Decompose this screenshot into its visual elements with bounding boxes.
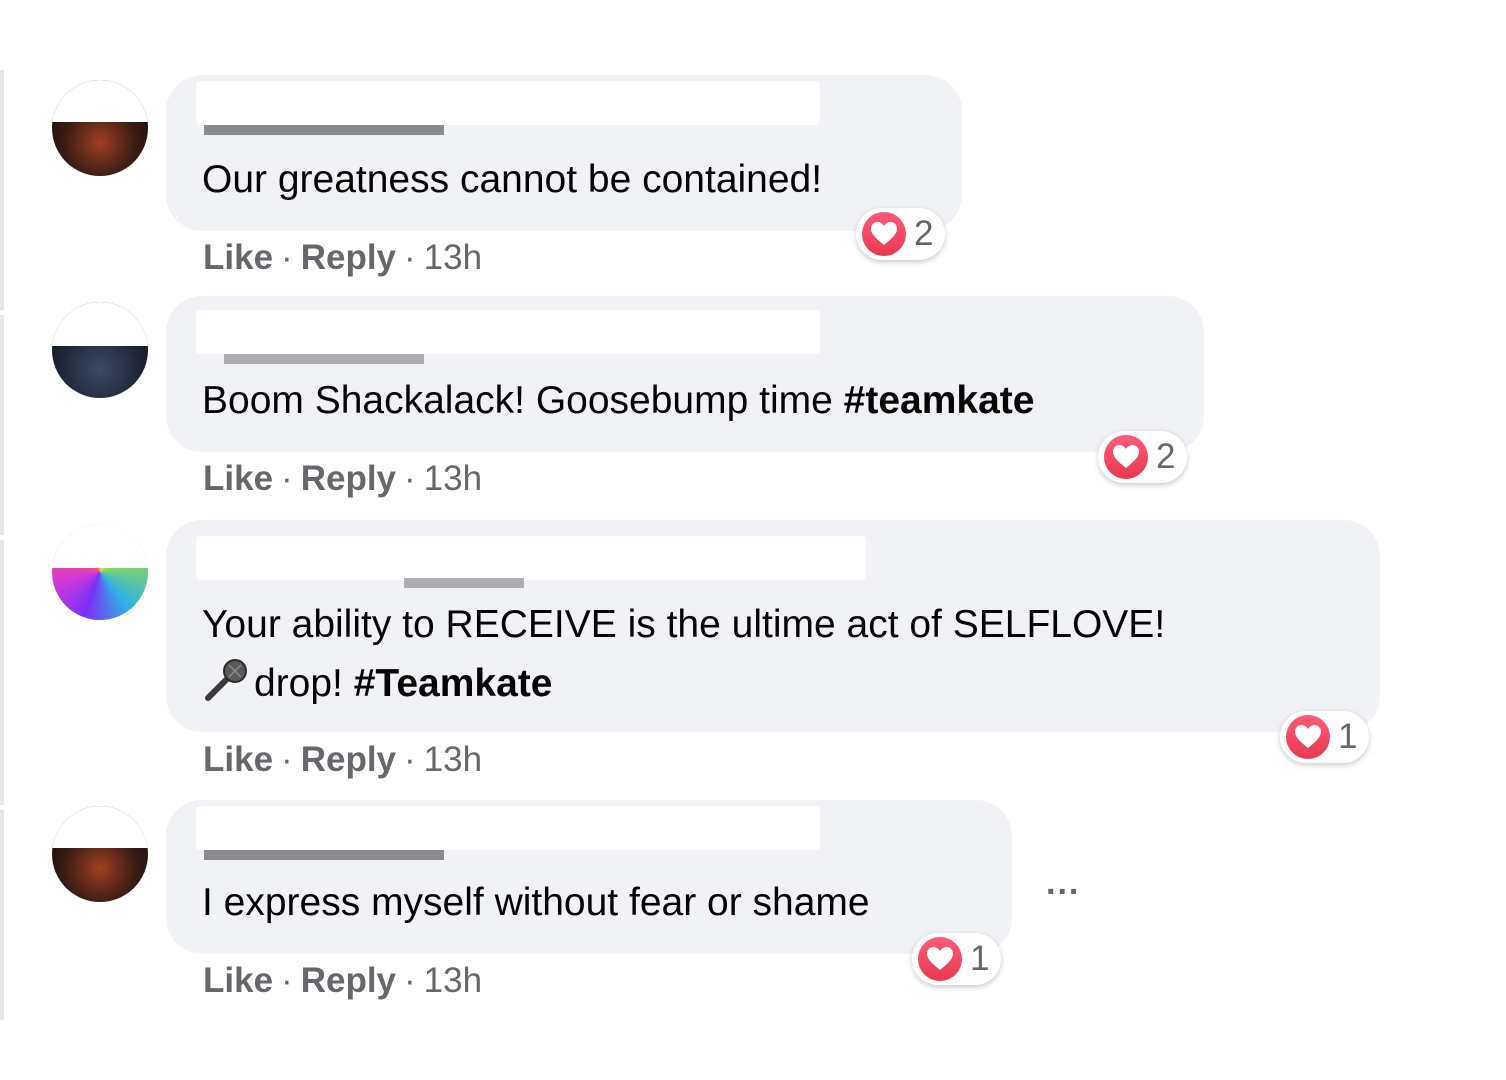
author-name-redacted (196, 536, 866, 580)
comment-actions: Like · Reply · 13h (203, 459, 482, 499)
author-name[interactable] (204, 125, 604, 135)
comment-actions: Like · Reply · 13h (203, 238, 482, 278)
separator: · (281, 459, 293, 498)
comment-text: Our greatness cannot be contained! (202, 158, 823, 201)
reaction-summary[interactable]: 1 (912, 933, 1002, 985)
left-edge-divider (0, 70, 4, 310)
reaction-count: 2 (1156, 437, 1176, 476)
author-name-redacted (196, 310, 820, 354)
hashtag-link[interactable]: #Teamkate (354, 662, 553, 705)
reply-button[interactable]: Reply (301, 740, 396, 779)
comment-bubble: I express myself without fear or shame (166, 800, 1012, 954)
comment-text: Your ability to RECEIVE is the ultime ac… (202, 603, 1166, 705)
author-name[interactable] (204, 578, 664, 588)
heart-icon (1286, 715, 1330, 759)
reply-button[interactable]: Reply (301, 961, 396, 1000)
like-button[interactable]: Like (203, 740, 273, 779)
comment-text: I express myself without fear or shame (202, 881, 870, 924)
hashtag-link[interactable]: #teamkate (844, 379, 1035, 422)
separator: · (404, 238, 416, 277)
microphone-icon (202, 654, 252, 704)
reaction-summary[interactable]: 2 (1098, 431, 1188, 483)
separator: · (281, 961, 293, 1000)
reaction-count: 1 (1338, 717, 1358, 756)
reply-button[interactable]: Reply (301, 238, 396, 277)
comment-text: Boom Shackalack! Goosebump time #teamkat… (202, 379, 1035, 422)
comment-timestamp[interactable]: 13h (424, 740, 482, 779)
separator: · (404, 961, 416, 1000)
like-button[interactable]: Like (203, 459, 273, 498)
avatar[interactable] (52, 80, 148, 176)
separator: · (404, 459, 416, 498)
author-name-redacted (196, 806, 820, 850)
reaction-summary[interactable]: 1 (1280, 711, 1370, 763)
more-options-button[interactable]: ... (1046, 864, 1080, 903)
left-edge-divider (0, 540, 4, 805)
heart-icon (862, 212, 906, 256)
comment-timestamp[interactable]: 13h (424, 459, 482, 498)
comment-timestamp[interactable]: 13h (424, 961, 482, 1000)
comment-bubble: Our greatness cannot be contained! (166, 75, 962, 231)
author-name[interactable] (204, 850, 604, 860)
left-edge-divider (0, 810, 4, 1020)
comment-timestamp[interactable]: 13h (424, 238, 482, 277)
left-edge-divider (0, 315, 4, 535)
reaction-count: 1 (970, 939, 990, 978)
comment-bubble: Your ability to RECEIVE is the ultime ac… (166, 520, 1380, 732)
comment-actions: Like · Reply · 13h (203, 740, 482, 780)
author-name[interactable] (204, 354, 624, 364)
reply-button[interactable]: Reply (301, 459, 396, 498)
avatar[interactable] (52, 806, 148, 902)
avatar[interactable] (52, 524, 148, 620)
avatar[interactable] (52, 302, 148, 398)
reaction-summary[interactable]: 2 (856, 208, 946, 260)
heart-icon (918, 937, 962, 981)
author-name-redacted (196, 81, 820, 125)
like-button[interactable]: Like (203, 961, 273, 1000)
separator: · (281, 740, 293, 779)
separator: · (281, 238, 293, 277)
separator: · (404, 740, 416, 779)
reaction-count: 2 (914, 214, 934, 253)
comment-actions: Like · Reply · 13h (203, 961, 482, 1001)
comment-bubble: Boom Shackalack! Goosebump time #teamkat… (166, 296, 1204, 452)
heart-icon (1104, 435, 1148, 479)
like-button[interactable]: Like (203, 238, 273, 277)
